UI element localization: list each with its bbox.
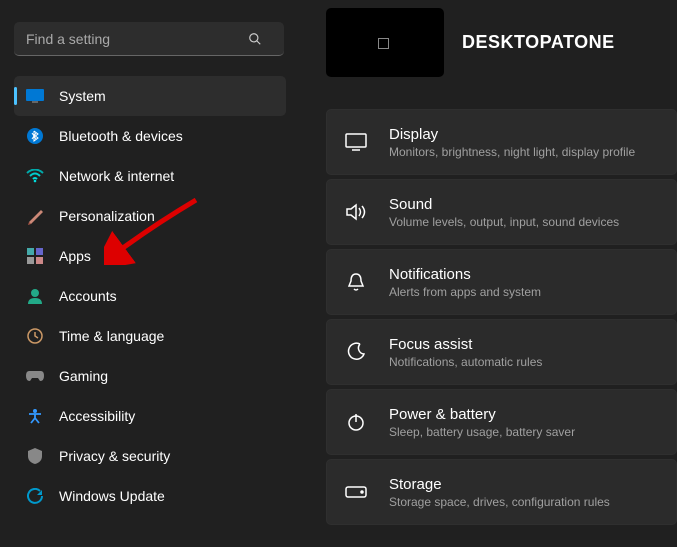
card-display[interactable]: Display Monitors, brightness, night ligh… [326,109,677,175]
sidebar-item-label: Windows Update [59,488,165,504]
search-wrap [14,22,286,56]
sidebar-item-label: Personalization [59,208,155,224]
sidebar-item-privacy[interactable]: Privacy & security [14,436,286,476]
card-title: Storage [389,476,610,493]
card-title: Display [389,126,635,143]
system-icon [26,87,44,105]
card-power[interactable]: Power & battery Sleep, battery usage, ba… [326,389,677,455]
card-sub: Storage space, drives, configuration rul… [389,495,610,509]
card-sub: Volume levels, output, input, sound devi… [389,215,619,229]
sidebar-item-network[interactable]: Network & internet [14,156,286,196]
wifi-icon [26,167,44,185]
nav: System Bluetooth & devices Network & int… [14,76,286,516]
clock-icon [26,327,44,345]
card-title: Power & battery [389,406,575,423]
card-notifications[interactable]: Notifications Alerts from apps and syste… [326,249,677,315]
accessibility-icon [26,407,44,425]
content: DESKTOPATONE Display Monitors, brightnes… [300,0,677,547]
card-sub: Alerts from apps and system [389,285,541,299]
sidebar-item-label: Network & internet [59,168,174,184]
search-icon [248,32,262,46]
sidebar-item-label: Bluetooth & devices [59,128,183,144]
card-title: Notifications [389,266,541,283]
device-header: DESKTOPATONE [300,8,677,77]
brush-icon [26,207,44,225]
card-sound[interactable]: Sound Volume levels, output, input, soun… [326,179,677,245]
sidebar-item-accessibility[interactable]: Accessibility [14,396,286,436]
search-input[interactable] [14,22,284,56]
card-sub: Notifications, automatic rules [389,355,542,369]
sidebar-item-bluetooth[interactable]: Bluetooth & devices [14,116,286,156]
sidebar-item-gaming[interactable]: Gaming [14,356,286,396]
bell-icon [345,271,367,293]
shield-icon [26,447,44,465]
storage-icon [345,481,367,503]
sound-icon [345,201,367,223]
gamepad-icon [26,367,44,385]
update-icon [26,487,44,505]
sidebar-item-personalization[interactable]: Personalization [14,196,286,236]
sidebar-item-time[interactable]: Time & language [14,316,286,356]
card-title: Focus assist [389,336,542,353]
sidebar-item-label: Time & language [59,328,164,344]
sidebar-item-label: System [59,88,106,104]
sidebar-item-apps[interactable]: Apps [14,236,286,276]
sidebar-item-label: Apps [59,248,91,264]
sidebar-item-label: Privacy & security [59,448,170,464]
card-sub: Monitors, brightness, night light, displ… [389,145,635,159]
card-storage[interactable]: Storage Storage space, drives, configura… [326,459,677,525]
sidebar-item-system[interactable]: System [14,76,286,116]
moon-icon [345,341,367,363]
settings-cards: Display Monitors, brightness, night ligh… [300,109,677,525]
device-name: DESKTOPATONE [462,32,615,53]
display-icon [345,131,367,153]
apps-icon [26,247,44,265]
bluetooth-icon [26,127,44,145]
desktop-preview[interactable] [326,8,444,77]
person-icon [26,287,44,305]
card-focus[interactable]: Focus assist Notifications, automatic ru… [326,319,677,385]
sidebar-item-accounts[interactable]: Accounts [14,276,286,316]
sidebar-item-label: Accessibility [59,408,135,424]
sidebar-item-update[interactable]: Windows Update [14,476,286,516]
sidebar: System Bluetooth & devices Network & int… [0,0,300,547]
card-title: Sound [389,196,619,213]
card-sub: Sleep, battery usage, battery saver [389,425,575,439]
power-icon [345,411,367,433]
sidebar-item-label: Gaming [59,368,108,384]
sidebar-item-label: Accounts [59,288,117,304]
